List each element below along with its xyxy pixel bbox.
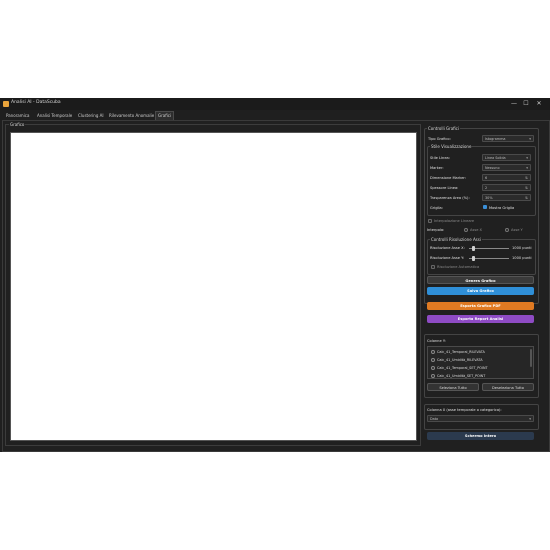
area-alpha-spinbox[interactable]: 30% ⇅	[482, 194, 531, 201]
grid-checkbox-label: Mostra Griglia	[489, 206, 515, 210]
chevron-down-icon: ▾	[529, 417, 531, 421]
auto-res-label: Risoluzione Automatica	[437, 265, 480, 269]
controls-group-label: Controlli Grafici	[427, 126, 460, 131]
res-y-value: 1000 punti	[512, 256, 532, 260]
app-icon	[3, 101, 9, 107]
tab-grafici[interactable]: Grafici	[155, 111, 175, 120]
maximize-button[interactable]: ☐	[520, 99, 532, 109]
list-item-label: Calc_41_Umidità_RILEVATA	[437, 358, 483, 362]
auto-res-checkbox[interactable]	[431, 265, 435, 269]
graph-group-label: Grafico	[9, 122, 26, 127]
list-item[interactable]: Calc_41_Umidità_RILEVATA	[431, 357, 483, 364]
area-alpha-value: 30%	[485, 196, 493, 200]
chevron-down-icon: ▾	[529, 137, 531, 141]
linear-interp-label: Interpolazione Lineare	[434, 219, 475, 223]
columns-y-scrollbar[interactable]	[530, 349, 532, 367]
interp-label: Interpola:	[427, 228, 445, 232]
list-item-label: Calc_41_Temporal_SET_POINT	[437, 366, 488, 370]
save-chart-button[interactable]: Salva Grafico	[427, 287, 534, 295]
radio-icon	[431, 374, 435, 378]
marker-select[interactable]: Nessuno ▾	[482, 164, 531, 171]
line-style-label: Stile Linea:	[430, 156, 450, 160]
column-x-label: Colonna X (asse temporale o categorica):	[427, 408, 502, 412]
window-title: Analisi AI - DataScuba	[11, 100, 61, 105]
res-y-label: Risoluzione Asse Y:	[430, 256, 465, 260]
axis-res-group-label: Controlli Risoluzione Assi	[430, 237, 482, 242]
line-width-spinbox[interactable]: 2 ⇅	[482, 184, 531, 191]
axis-y-label: Asse Y	[511, 228, 523, 232]
chevron-down-icon: ▾	[526, 156, 528, 160]
chevron-down-icon: ▾	[526, 166, 528, 170]
axis-x-label: Asse X	[470, 228, 483, 232]
grid-checkbox[interactable]	[483, 205, 487, 209]
tab-clustering-ai[interactable]: Clustering AI	[76, 112, 106, 120]
chart-type-label: Tipo Grafico:	[428, 137, 451, 141]
line-width-value: 2	[485, 186, 488, 190]
res-x-slider[interactable]	[469, 248, 509, 249]
spin-arrows-icon[interactable]: ⇅	[525, 195, 528, 202]
chart-type-select[interactable]: Istogramma ▾	[482, 135, 534, 142]
app-window: Analisi AI - DataScuba — ☐ ✕ Panoramica …	[0, 98, 550, 452]
res-x-slider-handle[interactable]	[471, 246, 475, 251]
minimize-button[interactable]: —	[508, 99, 520, 109]
list-item-label: Calc_41_Temporal_RILEVATA	[437, 350, 485, 354]
grid-label: Griglia:	[430, 206, 443, 210]
column-x-value: Data	[430, 417, 439, 421]
tab-panoramica[interactable]: Panoramica	[4, 112, 31, 120]
line-style-select[interactable]: Linea Solida ▾	[482, 154, 531, 161]
radio-icon	[431, 350, 435, 354]
column-x-select[interactable]: Data ▾	[427, 415, 534, 422]
tab-bar: Panoramica Analisi Temporale Clustering …	[0, 111, 550, 120]
marker-label: Marker:	[430, 166, 444, 170]
chart-canvas[interactable]	[10, 132, 417, 441]
deselect-all-button[interactable]: Deseleziona Tutto	[482, 383, 534, 391]
marker-value: Nessuno	[485, 166, 500, 170]
res-y-slider-handle[interactable]	[471, 256, 475, 261]
fullscreen-button[interactable]: Schermo Intero	[427, 432, 534, 440]
columns-y-list[interactable]: Calc_41_Temporal_RILEVATA Calc_41_Umidit…	[427, 346, 534, 379]
radio-icon	[431, 366, 435, 370]
res-y-slider[interactable]	[469, 258, 509, 259]
area-alpha-label: Trasparenza Area (%):	[430, 196, 470, 200]
line-width-label: Spessore Linea:	[430, 186, 459, 190]
spin-arrows-icon[interactable]: ⇅	[525, 185, 528, 192]
controls-panel: Controlli Grafici Tipo Grafico: Istogram…	[424, 124, 539, 444]
list-item[interactable]: Calc_41_Temporal_RILEVATA	[431, 349, 485, 356]
close-button[interactable]: ✕	[533, 99, 545, 109]
marker-size-spinbox[interactable]: 6 ⇅	[482, 174, 531, 181]
spin-arrows-icon[interactable]: ⇅	[525, 175, 528, 182]
tab-rilevamento-anomalie[interactable]: Rilevamento Anomalie	[107, 112, 156, 120]
tab-analisi-temporale[interactable]: Analisi Temporale	[35, 112, 74, 120]
list-item[interactable]: Calc_41_Temporal_SET_POINT	[431, 365, 488, 372]
style-group-label: Stile Visualizzazione	[430, 144, 473, 149]
axis-x-radio[interactable]	[464, 228, 468, 232]
chart-type-value: Istogramma	[485, 137, 506, 141]
list-item[interactable]: Calc_41_Umidità_SET_POINT	[431, 373, 486, 378]
line-style-value: Linea Solida	[485, 156, 506, 160]
generate-chart-button[interactable]: Genera Grafico	[427, 276, 534, 284]
list-item-label: Calc_41_Umidità_SET_POINT	[437, 374, 486, 378]
columns-y-label: Colonne Y:	[427, 339, 446, 343]
axis-y-radio[interactable]	[505, 228, 509, 232]
radio-icon	[431, 358, 435, 362]
export-report-button[interactable]: Esporta Report Analisi	[427, 315, 534, 323]
title-bar: Analisi AI - DataScuba — ☐ ✕	[0, 98, 550, 110]
linear-interp-checkbox[interactable]	[428, 219, 432, 223]
res-x-value: 1000 punti	[512, 246, 532, 250]
select-all-button[interactable]: Seleziona Tutto	[427, 383, 479, 391]
res-x-label: Risoluzione Asse X:	[430, 246, 465, 250]
export-pdf-button[interactable]: Esporta Grafico PDF	[427, 302, 534, 310]
marker-size-label: Dimensione Marker:	[430, 176, 467, 180]
marker-size-value: 6	[485, 176, 488, 180]
